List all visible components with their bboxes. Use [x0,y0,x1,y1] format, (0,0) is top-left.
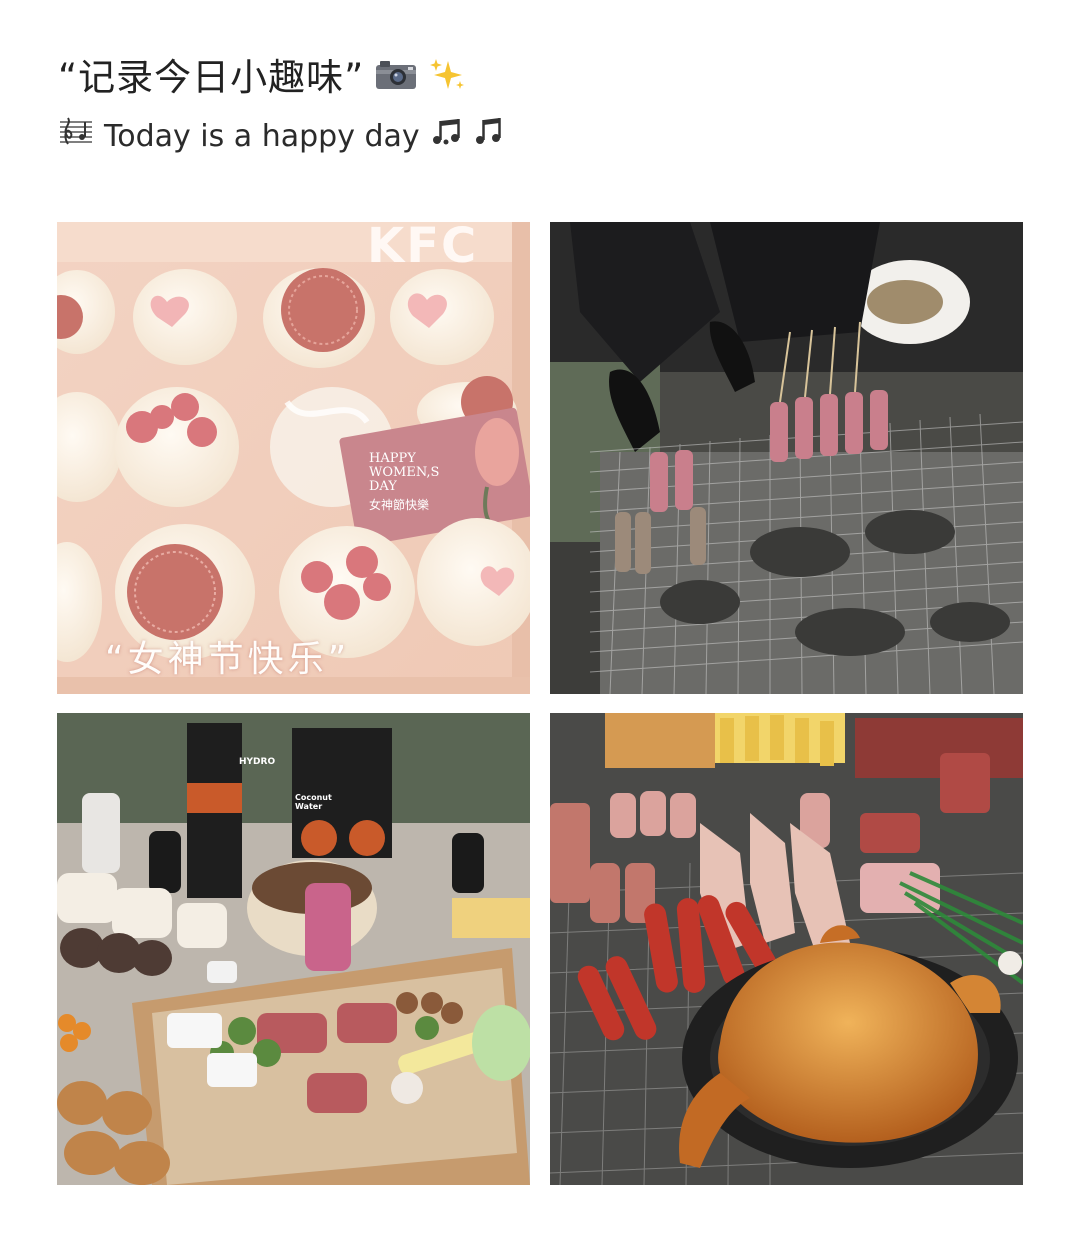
music-note-icon [474,116,504,157]
post-subtitle-row: Today is a happy day [58,116,1018,157]
cupcakes-caption: “女神节快乐” [105,639,351,680]
post-title: “记录今日小趣味” [58,56,365,99]
card-line-2: WOMEN,S [369,465,440,480]
camera-icon [374,58,418,98]
post-title-row: “记录今日小趣味” [58,50,1018,106]
womens-day-card-text: HAPPY WOMEN,S DAY 女神節快樂 [369,451,489,513]
cupcakes-photo[interactable]: KFC HAPPY WOMEN,S DAY 女神節快樂 “女神节快乐” [57,222,530,694]
post-subtitle: Today is a happy day [104,118,420,154]
card-line-1: HAPPY [369,451,416,466]
juice-brand-label: HYDRO [239,757,276,767]
post-header: “记录今日小趣味” Today is a happy day [58,50,1018,157]
music-notes-icon [430,116,464,157]
box-print-text: KFC [367,222,479,274]
juice-sub-label: Coconut Water [295,793,332,811]
roast-chicken-photo[interactable] [550,713,1023,1185]
card-chinese: 女神節快樂 [369,498,430,512]
sparkles-icon [428,57,466,99]
card-line-3: DAY [369,479,397,494]
music-score-icon [58,116,94,157]
photo-grid: KFC HAPPY WOMEN,S DAY 女神節快樂 “女神节快乐” HYDR… [57,222,1023,1186]
grilling-photo[interactable] [550,222,1023,694]
picnic-photo[interactable]: HYDRO Coconut Water [57,713,530,1185]
